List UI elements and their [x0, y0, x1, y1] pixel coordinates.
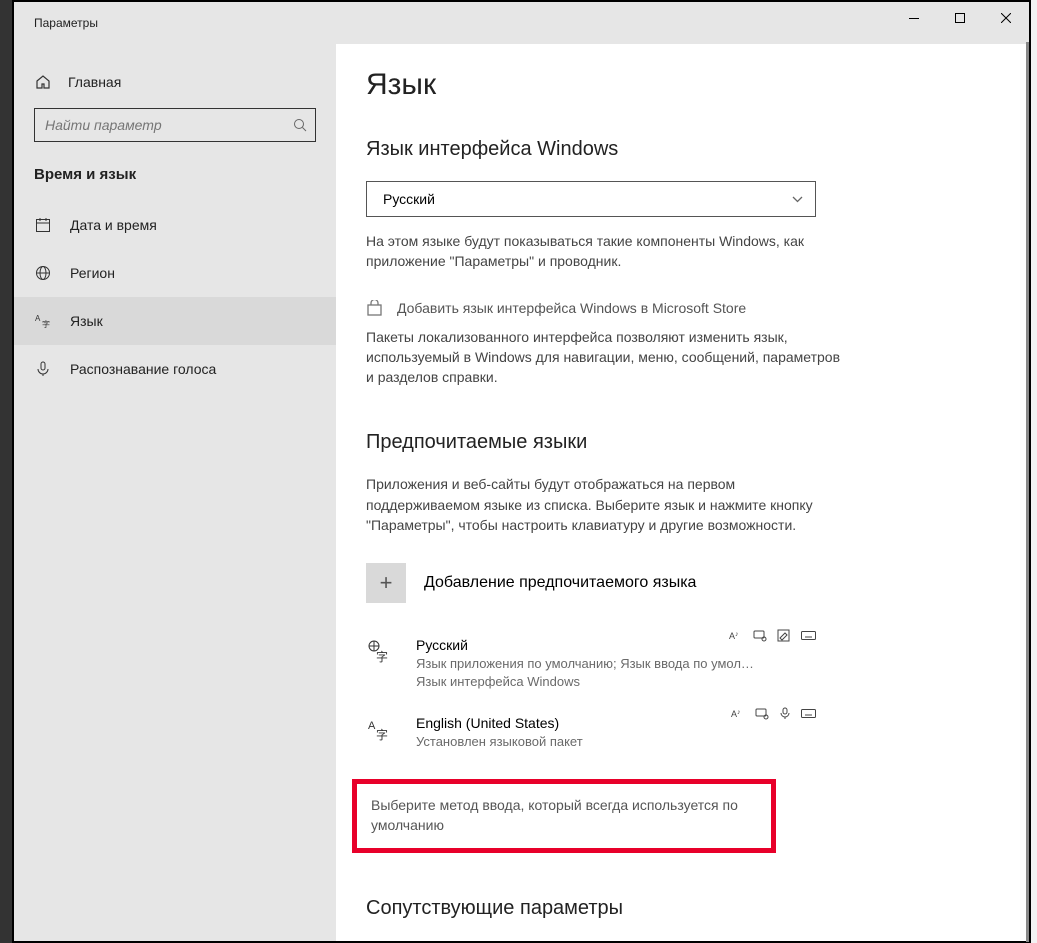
- window-controls: [891, 2, 1029, 34]
- language-subtitle: Язык приложения по умолчанию; Язык ввода…: [416, 656, 816, 671]
- speech-icon: [753, 629, 767, 642]
- language-feature-badges: A♪: [731, 707, 816, 720]
- scrollbar[interactable]: [1026, 42, 1029, 942]
- section-preferred-title: Предпочитаемые языки: [366, 431, 846, 454]
- close-icon: [1001, 13, 1011, 23]
- add-language-label: Добавление предпочитаемого языка: [424, 574, 696, 592]
- display-language-dropdown[interactable]: Русский: [366, 181, 816, 217]
- sidebar-home-label: Главная: [68, 74, 121, 90]
- microphone-badge-icon: [779, 707, 791, 720]
- keyboard-icon: [801, 707, 816, 720]
- home-icon: [34, 74, 52, 90]
- sidebar-item-label: Распознавание голоса: [70, 361, 216, 377]
- add-language-button[interactable]: + Добавление предпочитаемого языка: [366, 563, 846, 603]
- sidebar-search[interactable]: [34, 108, 316, 142]
- dropdown-value: Русский: [383, 191, 435, 207]
- section-related-title: Сопутствующие параметры: [366, 897, 846, 920]
- language-row-english[interactable]: A字 English (United States) Установлен яз…: [366, 707, 816, 767]
- close-button[interactable]: [983, 2, 1029, 34]
- sidebar-item-label: Язык: [70, 313, 103, 329]
- section-display-language-title: Язык интерфейса Windows: [366, 138, 846, 161]
- titlebar: Параметры: [14, 2, 1029, 44]
- sidebar-home[interactable]: Главная: [14, 74, 336, 108]
- search-input[interactable]: [45, 117, 293, 133]
- language-subtitle-2: Язык интерфейса Windows: [416, 674, 816, 689]
- plus-icon: +: [366, 563, 406, 603]
- language-icon: A字: [34, 313, 52, 329]
- window-title: Параметры: [34, 16, 98, 30]
- sidebar-section-head: Время и язык: [14, 166, 336, 201]
- default-input-method-link[interactable]: Выберите метод ввода, который всегда исп…: [371, 796, 757, 835]
- svg-text:字: 字: [42, 319, 50, 329]
- svg-text:♪: ♪: [737, 709, 741, 716]
- search-icon: [293, 118, 307, 132]
- microphone-icon: [34, 361, 52, 377]
- settings-window: Параметры Главная: [12, 0, 1031, 943]
- maximize-button[interactable]: [937, 2, 983, 34]
- sidebar-item-label: Регион: [70, 265, 115, 281]
- svg-text:♪: ♪: [735, 631, 739, 638]
- handwriting-icon: [777, 629, 791, 642]
- language-feature-badges: A♪: [729, 629, 816, 642]
- language-glyph-icon: 字: [366, 637, 398, 689]
- highlighted-default-input-link: Выберите метод ввода, который всегда исп…: [352, 779, 776, 852]
- text-to-speech-icon: A♪: [731, 707, 745, 720]
- store-icon: [366, 300, 383, 317]
- store-link-label: Добавить язык интерфейса Windows в Micro…: [397, 300, 746, 316]
- text-to-speech-icon: A♪: [729, 629, 743, 642]
- svg-text:A: A: [35, 314, 41, 323]
- sidebar-item-region[interactable]: Регион: [14, 249, 336, 297]
- page-title: Язык: [366, 68, 846, 102]
- sidebar-item-speech[interactable]: Распознавание голоса: [14, 345, 336, 393]
- svg-text:A: A: [368, 720, 376, 732]
- display-language-desc: На этом языке будут показываться такие к…: [366, 231, 846, 272]
- store-language-link[interactable]: Добавить язык интерфейса Windows в Micro…: [366, 300, 846, 317]
- speech-icon: [755, 707, 769, 720]
- related-link-date-format[interactable]: Формат даты, времени и региона: [366, 940, 846, 941]
- store-language-desc: Пакеты локализованного интерфейса позвол…: [366, 327, 846, 388]
- minimize-button[interactable]: [891, 2, 937, 34]
- preferred-desc: Приложения и веб-сайты будут отображатьс…: [366, 474, 846, 535]
- calendar-icon: [34, 217, 52, 233]
- svg-text:字: 字: [376, 649, 388, 664]
- language-glyph-icon: A字: [366, 715, 398, 749]
- svg-text:字: 字: [376, 727, 388, 742]
- desktop-fringe: [0, 0, 12, 943]
- sidebar-item-language[interactable]: A字 Язык: [14, 297, 336, 345]
- language-row-russian[interactable]: 字 Русский Язык приложения по умолчанию; …: [366, 629, 816, 707]
- minimize-icon: [909, 18, 919, 19]
- language-subtitle: Установлен языковой пакет: [416, 734, 816, 749]
- keyboard-icon: [801, 629, 816, 642]
- sidebar-item-date-time[interactable]: Дата и время: [14, 201, 336, 249]
- maximize-icon: [955, 13, 965, 23]
- globe-icon: [34, 265, 52, 281]
- sidebar: Главная Время и язык Дата и время Ре: [14, 44, 336, 941]
- main-content: Язык Язык интерфейса Windows Русский На …: [336, 44, 1029, 941]
- sidebar-item-label: Дата и время: [70, 217, 157, 233]
- window-body: Главная Время и язык Дата и время Ре: [14, 44, 1029, 941]
- chevron-down-icon: [792, 196, 803, 203]
